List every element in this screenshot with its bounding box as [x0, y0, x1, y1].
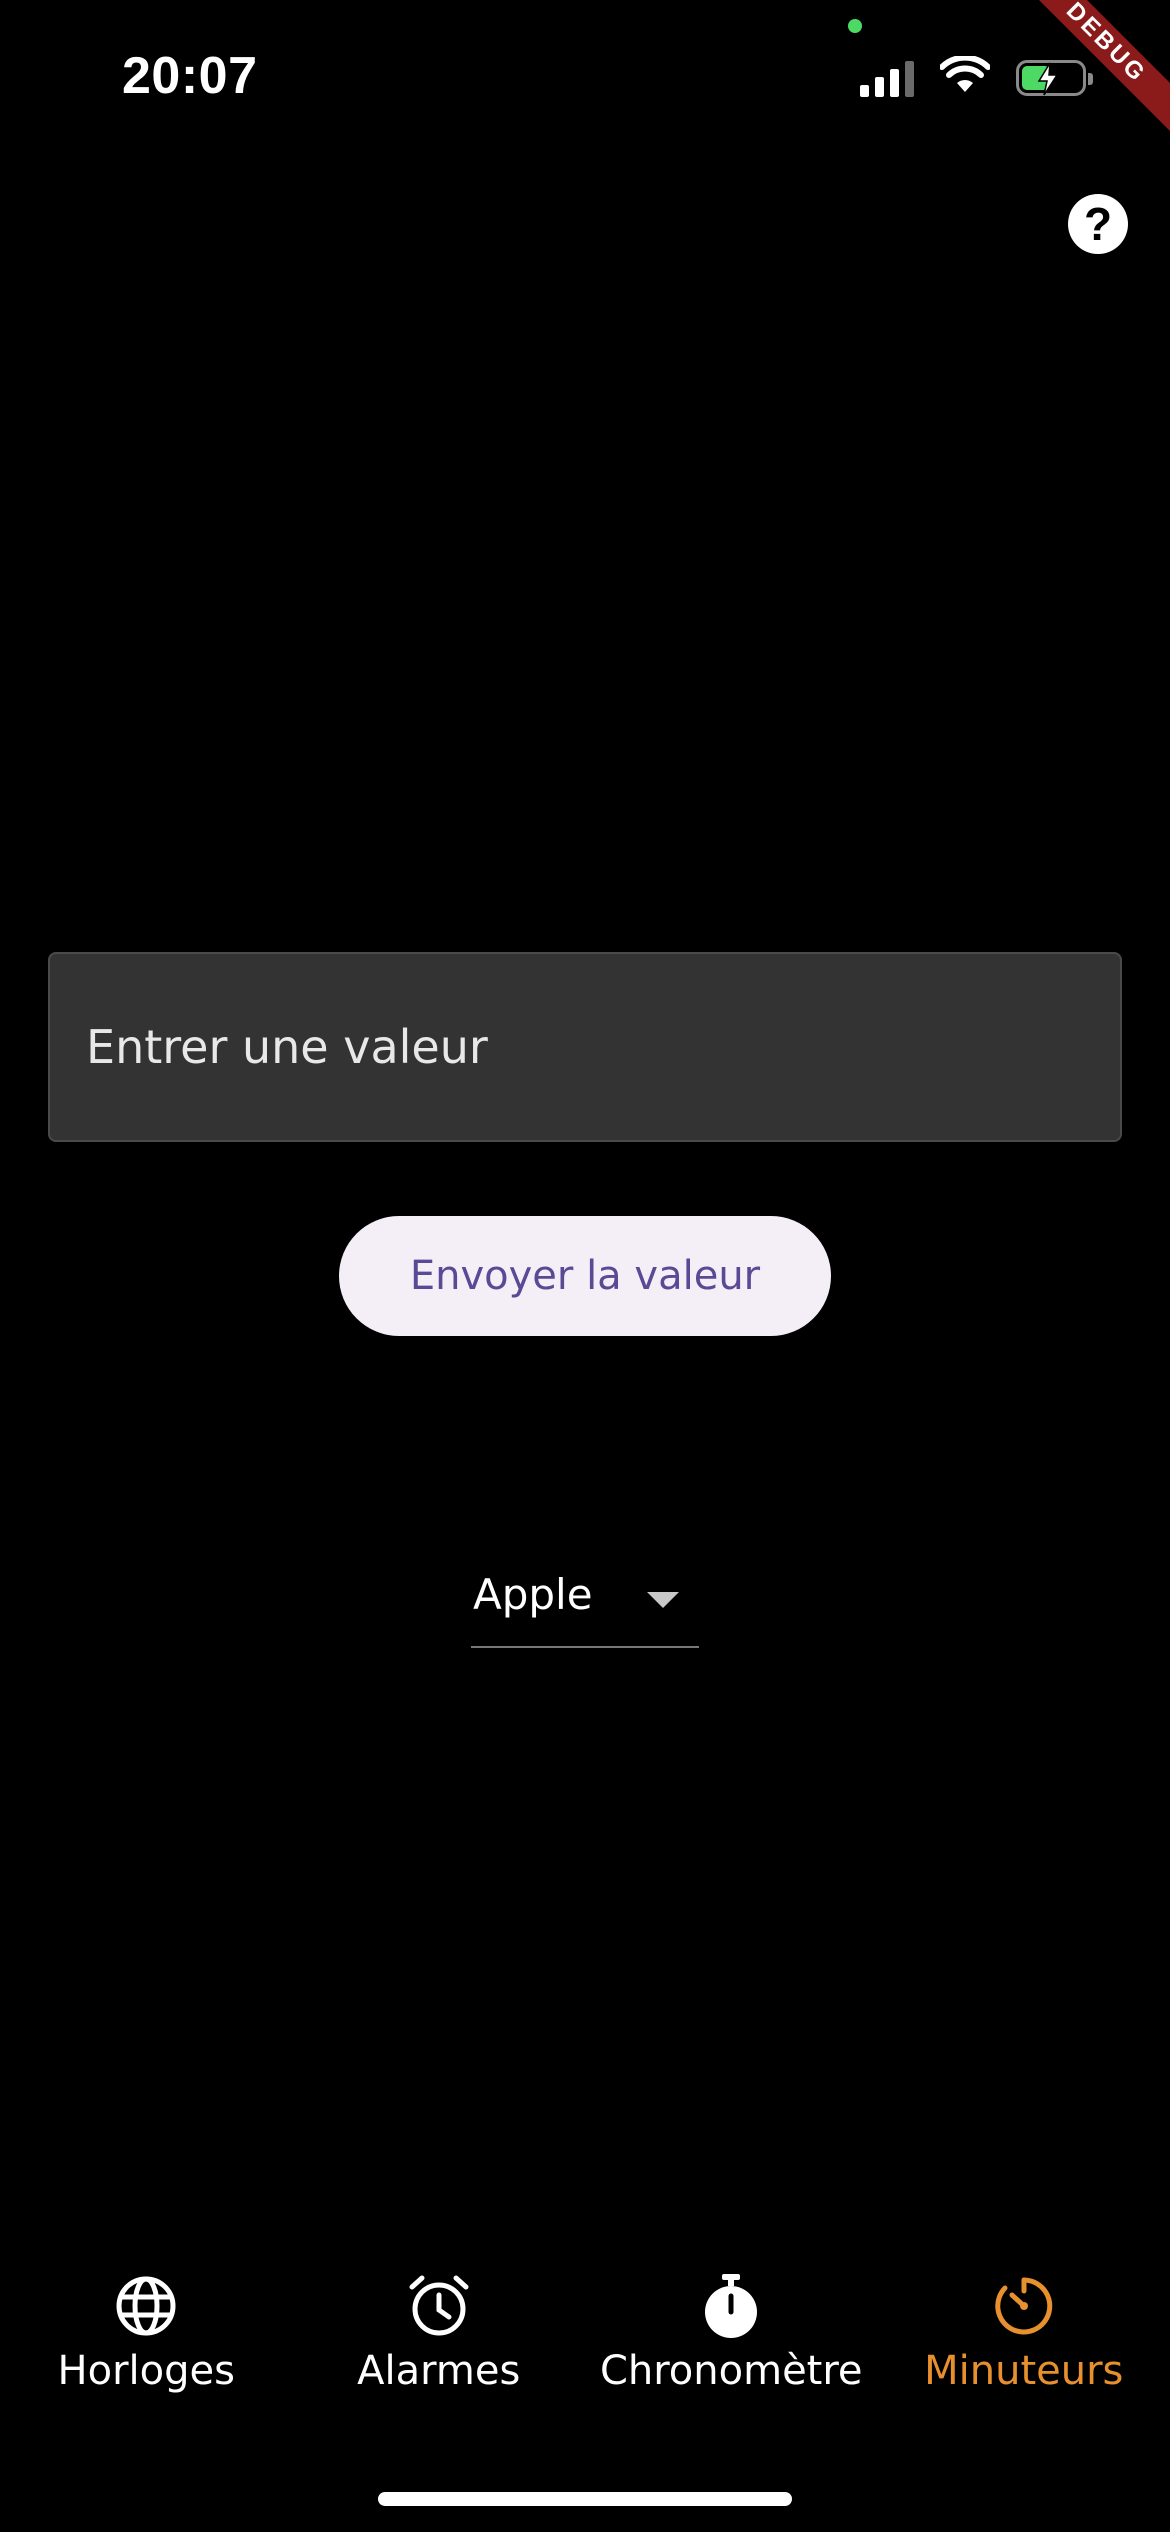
tab-label: Chronomètre	[599, 2348, 863, 2394]
question-circle-icon: ?	[1083, 198, 1113, 250]
help-button[interactable]: ?	[1068, 194, 1128, 254]
tab-minuteurs[interactable]: Minuteurs	[878, 2270, 1170, 2420]
tab-label: Minuteurs	[924, 2348, 1124, 2394]
send-value-button[interactable]: Envoyer la valeur	[339, 1216, 831, 1336]
value-input[interactable]	[48, 952, 1122, 1142]
globe-icon	[115, 2270, 177, 2342]
tab-horloges[interactable]: Horloges	[0, 2270, 293, 2420]
tab-label: Alarmes	[357, 2348, 521, 2394]
alarm-clock-icon	[406, 2270, 472, 2342]
status-icons	[860, 54, 1093, 99]
timer-icon	[993, 2270, 1055, 2342]
dropdown-selected-value: Apple	[473, 1570, 593, 1619]
bottom-nav: Horloges Alarmes Chronomètre Minuteurs	[0, 2270, 1170, 2420]
tab-alarmes[interactable]: Alarmes	[293, 2270, 586, 2420]
status-time: 20:07	[122, 47, 258, 105]
tab-chronometre[interactable]: Chronomètre	[585, 2270, 878, 2420]
wifi-icon	[939, 54, 991, 99]
tab-label: Horloges	[57, 2348, 235, 2394]
stopwatch-icon	[700, 2270, 762, 2342]
privacy-indicator-dot	[848, 19, 862, 33]
fruit-dropdown[interactable]: Apple	[471, 1560, 699, 1648]
signal-icon	[860, 59, 914, 97]
battery-charging-icon	[1016, 59, 1093, 96]
dropdown-arrow-icon	[647, 1592, 679, 1608]
home-indicator[interactable]	[378, 2492, 792, 2506]
